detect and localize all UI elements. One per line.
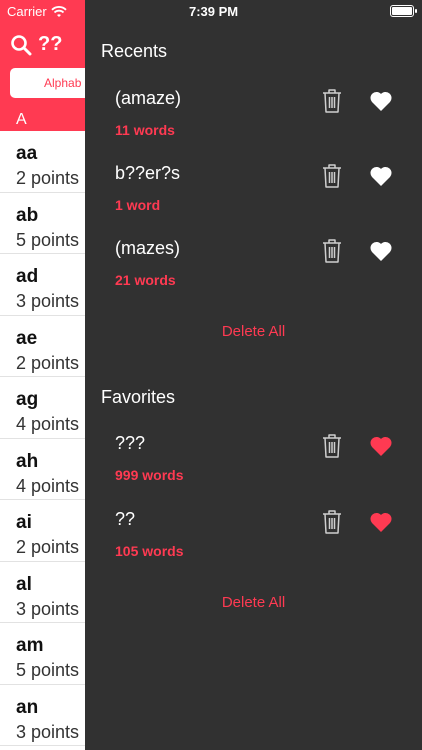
segment-alphabetical[interactable]: Alphab bbox=[44, 76, 81, 90]
list-item-points: 2 points bbox=[16, 537, 80, 557]
heart-icon[interactable] bbox=[369, 435, 393, 457]
heart-icon[interactable] bbox=[369, 165, 393, 187]
recents-title: Recents bbox=[101, 41, 168, 61]
list-item-points: 3 points bbox=[16, 291, 80, 311]
list-item[interactable]: am 5 points bbox=[0, 623, 90, 685]
list-item-word: ad bbox=[16, 266, 39, 287]
history-drawer: 7:39 PM Recents (amaze) 11 words b??er?s… bbox=[85, 0, 422, 750]
list-item[interactable]: ae 2 points bbox=[0, 316, 90, 377]
list-item-word: ae bbox=[16, 327, 38, 349]
trash-icon[interactable] bbox=[321, 433, 343, 459]
list-item-word: an bbox=[16, 696, 39, 718]
wifi-icon bbox=[51, 5, 67, 17]
recent-item[interactable]: (mazes) 21 words bbox=[85, 238, 422, 308]
recent-item-query[interactable]: (amaze) bbox=[115, 88, 181, 109]
recent-item[interactable]: b??er?s 1 word bbox=[85, 163, 422, 233]
favorite-item-query[interactable]: ??? bbox=[115, 433, 145, 454]
favorite-item[interactable]: ?? 105 words bbox=[85, 509, 422, 579]
recent-item-count: 1 word bbox=[115, 197, 161, 213]
list-item[interactable]: ad 3 points bbox=[0, 254, 90, 316]
carrier-label: Carrier bbox=[7, 4, 47, 19]
list-item-word: aa bbox=[16, 143, 38, 164]
list-item[interactable]: an 3 points bbox=[0, 685, 90, 746]
list-item-points: 2 points bbox=[16, 168, 80, 188]
favorite-item-count: 105 words bbox=[115, 543, 184, 559]
favorite-item[interactable]: ??? 999 words bbox=[85, 433, 422, 503]
list-item-points: 5 points bbox=[16, 229, 80, 250]
trash-icon[interactable] bbox=[321, 163, 343, 189]
list-item[interactable]: ab 5 points bbox=[0, 193, 90, 254]
delete-all-recents-button[interactable]: Delete All bbox=[85, 323, 422, 340]
recent-item-query[interactable]: (mazes) bbox=[115, 238, 180, 259]
heart-icon[interactable] bbox=[369, 240, 393, 262]
section-header-letter: A bbox=[16, 111, 27, 128]
list-item-word: ag bbox=[16, 389, 39, 410]
list-item-points: 3 points bbox=[16, 598, 80, 619]
list-item[interactable]: aa 2 points bbox=[0, 131, 90, 193]
list-item-word: ah bbox=[16, 450, 39, 472]
list-item[interactable]: ag 4 points bbox=[0, 377, 90, 439]
recent-item-count: 21 words bbox=[115, 272, 176, 288]
list-item-points: 2 points bbox=[16, 352, 80, 373]
recent-item-query[interactable]: b??er?s bbox=[115, 163, 180, 184]
trash-icon[interactable] bbox=[321, 238, 343, 264]
status-time: 7:39 PM bbox=[189, 4, 239, 19]
heart-icon[interactable] bbox=[369, 90, 393, 112]
list-item-word: am bbox=[16, 635, 44, 656]
favorite-item-query[interactable]: ?? bbox=[115, 509, 135, 530]
list-item[interactable]: ah 4 points bbox=[0, 439, 90, 500]
list-item[interactable]: al 3 points bbox=[0, 562, 90, 623]
list-item-word: ab bbox=[16, 204, 39, 226]
search-icon[interactable] bbox=[10, 34, 32, 56]
trash-icon[interactable] bbox=[321, 88, 343, 114]
trash-icon[interactable] bbox=[321, 509, 343, 535]
word-list: aa 2 points ab 5 points ad 3 points ae 2 points… bbox=[0, 131, 90, 746]
status-carrier: Carrier bbox=[7, 4, 67, 19]
list-item-points: 4 points bbox=[16, 414, 80, 434]
list-item-word: ai bbox=[16, 512, 32, 533]
recent-item[interactable]: (amaze) 11 words bbox=[85, 88, 422, 158]
heart-icon[interactable] bbox=[369, 511, 393, 533]
favorites-title: Favorites bbox=[101, 387, 176, 407]
search-query[interactable]: ?? bbox=[38, 33, 62, 56]
list-item-points: 3 points bbox=[16, 721, 80, 742]
list-item[interactable]: ai 2 points bbox=[0, 500, 90, 562]
list-item-word: al bbox=[16, 573, 32, 595]
list-item-points: 4 points bbox=[16, 475, 80, 496]
delete-all-favorites-button[interactable]: Delete All bbox=[85, 594, 422, 611]
list-item-points: 5 points bbox=[16, 660, 80, 680]
search-bar[interactable]: ?? bbox=[10, 33, 62, 56]
battery-icon bbox=[390, 5, 417, 17]
recent-item-count: 11 words bbox=[115, 122, 175, 138]
favorite-item-count: 999 words bbox=[115, 467, 184, 483]
